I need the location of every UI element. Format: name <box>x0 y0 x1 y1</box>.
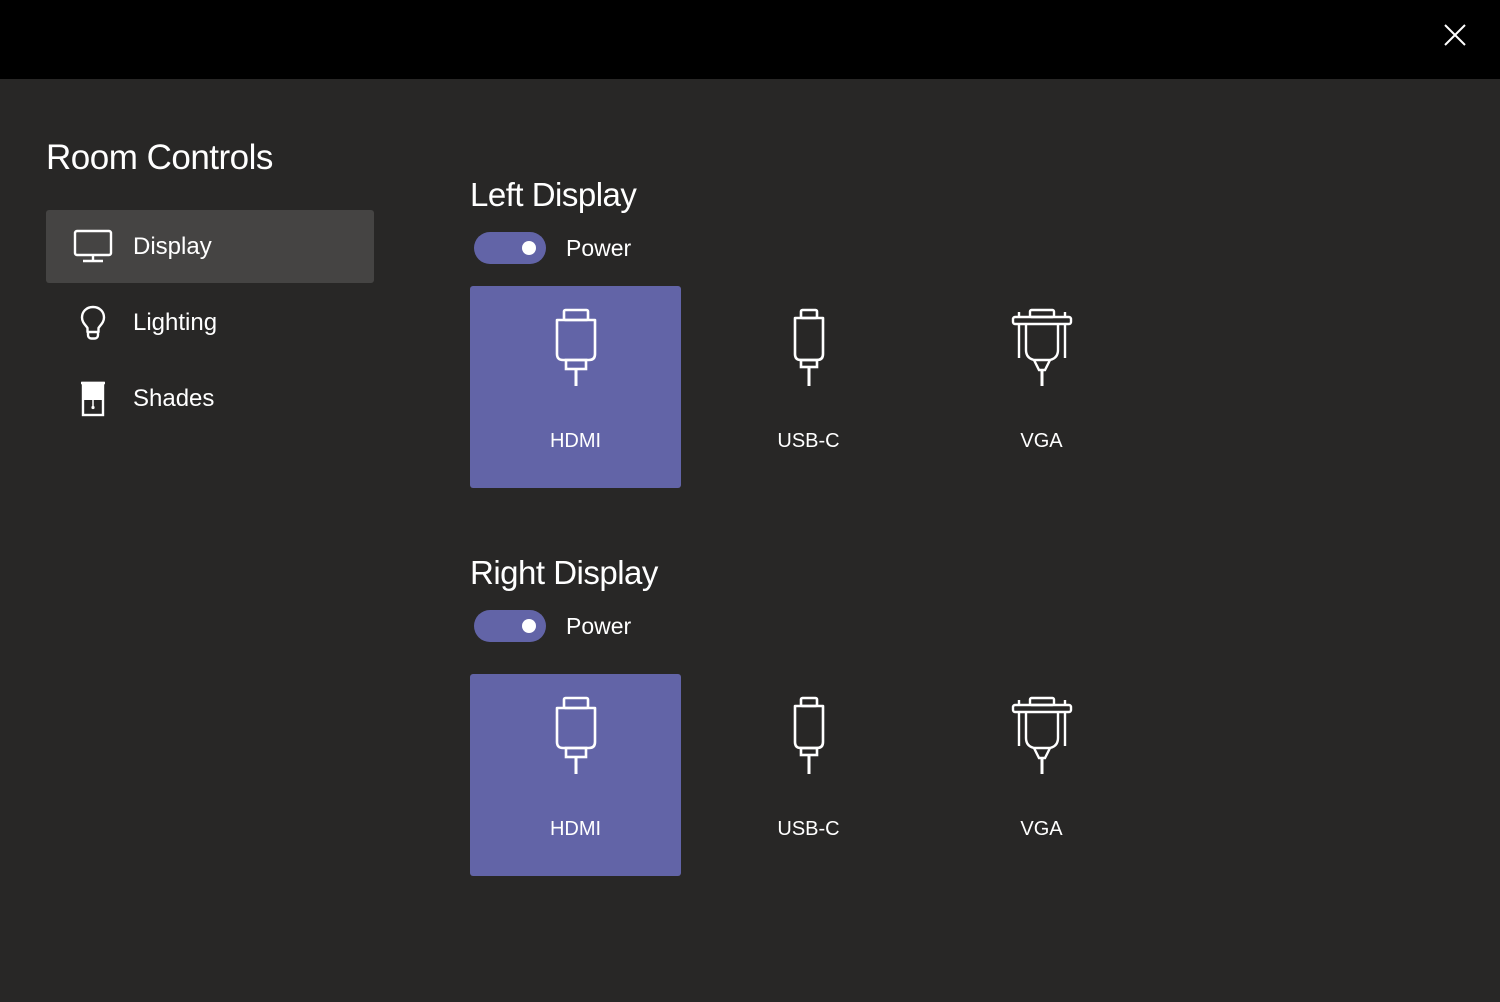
right-display-title: Right Display <box>470 554 658 591</box>
title-bar <box>0 0 1500 79</box>
shades-icon <box>72 379 114 419</box>
right-display-source-vga[interactable]: VGA <box>936 674 1147 876</box>
right-display-source-hdmi[interactable]: HDMI <box>470 674 681 876</box>
usb-c-icon <box>769 696 849 776</box>
left-display-power-label: Power <box>566 234 632 261</box>
close-icon <box>1444 24 1466 46</box>
sidebar-item-label: Shades <box>133 384 215 412</box>
monitor-icon <box>72 227 114 267</box>
left-display-source-vga[interactable]: VGA <box>936 286 1147 488</box>
right-display-power-row: Power <box>474 610 1169 642</box>
source-label: USB-C <box>777 430 840 452</box>
left-display-power-toggle[interactable] <box>474 232 546 264</box>
right-display-source-usb-c[interactable]: USB-C <box>703 674 914 876</box>
right-display-power-toggle[interactable] <box>474 610 546 642</box>
left-display-sources: HDMI USB-C VGA <box>470 286 1169 488</box>
right-display-sources: HDMI USB-C VGA <box>470 674 1169 876</box>
source-label: VGA <box>1020 430 1063 452</box>
vga-icon <box>1002 696 1082 776</box>
sidebar-item-lighting[interactable]: Lighting <box>46 286 374 359</box>
source-label: HDMI <box>549 818 602 840</box>
left-display-source-hdmi[interactable]: HDMI <box>470 286 681 488</box>
usb-c-icon <box>769 308 849 388</box>
left-display-section: Left Display Power HDMI USB-C VGA <box>470 176 1169 488</box>
hdmi-icon <box>536 696 616 776</box>
sidebar-title: Room Controls <box>46 138 273 177</box>
left-display-title: Left Display <box>470 176 637 213</box>
sidebar-item-shades[interactable]: Shades <box>46 362 374 435</box>
source-label: HDMI <box>549 430 602 452</box>
sidebar-item-display[interactable]: Display <box>46 210 374 283</box>
sidebar-item-label: Lighting <box>133 308 218 336</box>
sidebar-item-label: Display <box>133 232 212 260</box>
toggle-knob <box>522 241 536 255</box>
toggle-knob <box>522 619 536 633</box>
left-display-source-usb-c[interactable]: USB-C <box>703 286 914 488</box>
close-button[interactable] <box>1440 20 1470 50</box>
left-display-power-row: Power <box>474 232 1169 264</box>
source-label: USB-C <box>777 818 840 840</box>
sidebar-nav: Display Lighting Shades <box>46 210 374 438</box>
right-display-section: Right Display Power HDMI USB-C VGA <box>470 554 1169 876</box>
source-label: VGA <box>1020 818 1063 840</box>
right-display-power-label: Power <box>566 612 632 639</box>
lightbulb-icon <box>72 303 114 343</box>
vga-icon <box>1002 308 1082 388</box>
hdmi-icon <box>536 308 616 388</box>
